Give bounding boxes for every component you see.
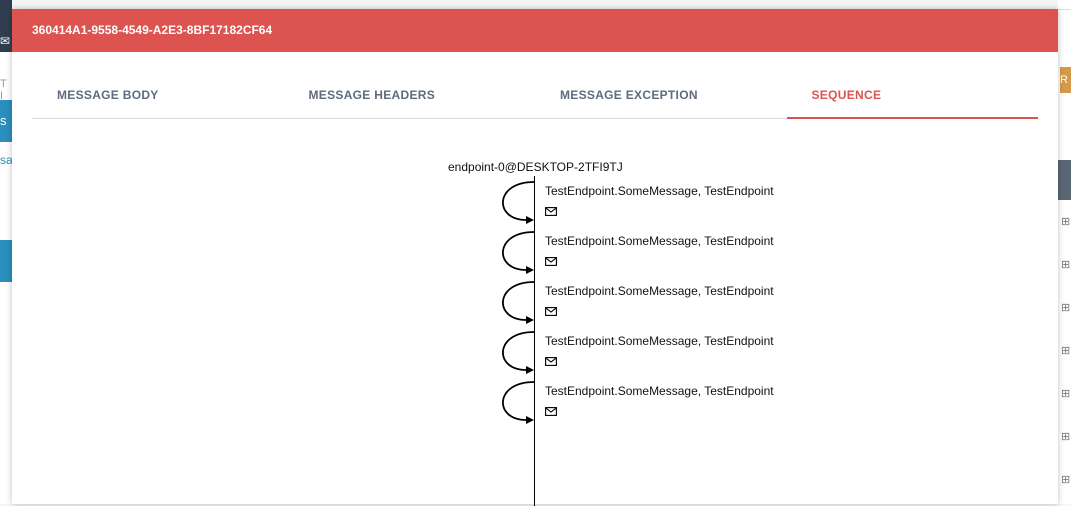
background-link: sag bbox=[0, 153, 12, 167]
arrowhead bbox=[526, 366, 534, 374]
background-right-top bbox=[1058, 0, 1071, 10]
endpoint-name: endpoint-0@DESKTOP-2TFI9TJ bbox=[448, 160, 623, 174]
message-label[interactable]: TestEndpoint.SomeMessage, TestEndpoint bbox=[545, 234, 774, 248]
arrowhead bbox=[526, 416, 534, 424]
message-label[interactable]: TestEndpoint.SomeMessage, TestEndpoint bbox=[545, 184, 774, 198]
message-label[interactable]: TestEndpoint.SomeMessage, TestEndpoint bbox=[545, 284, 774, 298]
self-message-loop bbox=[502, 381, 535, 421]
self-message-loop bbox=[502, 181, 535, 221]
message-details-modal: 360414A1-9558-4549-A2E3-8BF17182CF64 MES… bbox=[12, 9, 1058, 506]
self-message-loop bbox=[502, 331, 535, 371]
arrowhead bbox=[526, 216, 534, 224]
background-blue-button: s bbox=[0, 100, 12, 142]
arrowhead bbox=[526, 316, 534, 324]
background-blue-button-2 bbox=[0, 240, 12, 282]
expand-icon: ⊞ bbox=[1061, 302, 1071, 314]
envelope-icon bbox=[545, 207, 557, 216]
background-table-header bbox=[1058, 160, 1071, 200]
self-message-arrows bbox=[502, 181, 535, 424]
expand-icon: ⊞ bbox=[1061, 388, 1071, 400]
message-label[interactable]: TestEndpoint.SomeMessage, TestEndpoint bbox=[545, 334, 774, 348]
background-faded-text: T I bbox=[0, 78, 7, 102]
self-message-loop bbox=[502, 281, 535, 321]
arrowhead bbox=[526, 266, 534, 274]
expand-icon: ⊞ bbox=[1061, 431, 1071, 443]
envelope-icon bbox=[545, 407, 557, 416]
background-mail-icon: ✉ bbox=[0, 34, 11, 48]
expand-icon: ⊞ bbox=[1061, 216, 1071, 228]
message-label[interactable]: TestEndpoint.SomeMessage, TestEndpoint bbox=[545, 384, 774, 398]
background-orange-button: R bbox=[1060, 67, 1071, 93]
self-message-loop bbox=[502, 231, 535, 271]
envelope-icon bbox=[545, 357, 557, 366]
expand-icon: ⊞ bbox=[1061, 259, 1071, 271]
envelope-icon bbox=[545, 257, 557, 266]
envelope-icon bbox=[545, 307, 557, 316]
sequence-diagram: endpoint-0@DESKTOP-2TFI9TJ TestEndpoint.… bbox=[12, 9, 1058, 506]
expand-icon: ⊞ bbox=[1061, 345, 1071, 357]
expand-icon: ⊞ bbox=[1061, 474, 1071, 486]
